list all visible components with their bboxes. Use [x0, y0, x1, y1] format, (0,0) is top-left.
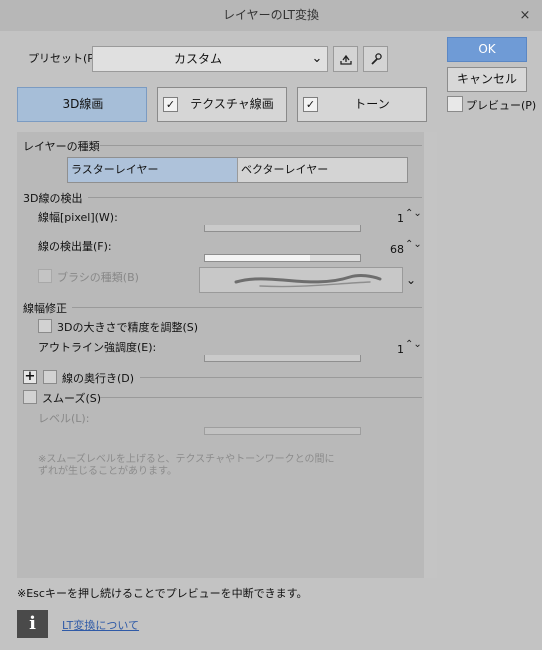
- line-width-label: 線幅[pixel](W):: [38, 211, 118, 224]
- spin-arrows-icon[interactable]: ⌃⌄: [405, 340, 422, 350]
- preset-label: プリセット(P):: [28, 52, 102, 65]
- smooth-checkbox[interactable]: [23, 390, 37, 404]
- divider: [140, 377, 422, 378]
- line-width-value[interactable]: 1: [388, 212, 404, 225]
- preset-select[interactable]: カスタム ⌄: [92, 46, 328, 72]
- tab-tone[interactable]: ✓ トーン: [297, 87, 427, 122]
- save-preset-icon: [339, 54, 352, 65]
- divider: [100, 145, 422, 146]
- expand-icon[interactable]: +: [23, 370, 37, 384]
- line-depth-label: 線の奥行き(D): [62, 372, 135, 385]
- spin-arrows-icon[interactable]: ⌃⌄: [405, 240, 422, 250]
- layer-type-heading: レイヤーの種類: [23, 140, 100, 153]
- esc-note: ※Escキーを押し続けることでプレビューを中断できます。: [17, 587, 308, 600]
- save-preset-button[interactable]: [333, 46, 358, 72]
- smooth-level-label: レベル(L):: [38, 412, 90, 425]
- lt-conversion-dialog: レイヤーのLT変換 × プリセット(P): カスタム ⌄ OK キャンセル プレ…: [0, 0, 542, 650]
- raster-layer-option[interactable]: ラスターレイヤー: [68, 158, 237, 182]
- ok-button[interactable]: OK: [447, 37, 527, 62]
- vector-layer-option[interactable]: ベクターレイヤー: [237, 158, 407, 182]
- window-title: レイヤーのLT変換: [222, 8, 319, 22]
- preview-label: プレビュー(P): [466, 99, 537, 112]
- brush-stroke-icon: [234, 274, 382, 288]
- detect-amount-fill: [205, 255, 311, 261]
- smooth-note: ※スムーズレベルを上げると、テクスチャやトーンワークとの間に ずれが生じることが…: [38, 454, 335, 477]
- brush-type-checkbox[interactable]: [38, 269, 52, 283]
- chevron-down-icon[interactable]: ⌄: [404, 267, 418, 293]
- tab-3d-line-art[interactable]: 3D線画: [17, 87, 147, 122]
- outline-strength-value[interactable]: 1: [388, 343, 404, 356]
- smooth-level-slider: [204, 427, 361, 435]
- tab-texture-line-art-label: テクスチャ線画: [190, 97, 274, 111]
- adjust-3d-label: 3Dの大きさで精度を調整(S): [57, 321, 199, 334]
- outline-strength-label: アウトライン強調度(E):: [38, 341, 157, 354]
- adjust-3d-checkbox[interactable]: [38, 319, 52, 333]
- divider: [100, 397, 422, 398]
- info-icon: i: [17, 610, 48, 638]
- line-detection-heading: 3D線の検出: [23, 192, 83, 205]
- outline-strength-slider[interactable]: [204, 355, 361, 362]
- detect-amount-label: 線の検出量(F):: [38, 240, 112, 253]
- detect-amount-slider[interactable]: [204, 254, 361, 262]
- tab-tone-label: トーン: [354, 97, 390, 111]
- detect-amount-value[interactable]: 68: [380, 243, 404, 256]
- smooth-label: スムーズ(S): [42, 392, 102, 405]
- cancel-button[interactable]: キャンセル: [447, 67, 527, 92]
- line-width-slider[interactable]: [204, 225, 361, 232]
- wrench-icon: [370, 53, 382, 65]
- tab-texture-line-art[interactable]: ✓ テクスチャ線画: [157, 87, 287, 122]
- panel-scrollbar[interactable]: [424, 132, 437, 578]
- brush-preview[interactable]: [199, 267, 403, 293]
- line-width-fix-heading: 線幅修正: [23, 302, 67, 315]
- spin-arrows-icon[interactable]: ⌃⌄: [405, 209, 422, 219]
- line-depth-checkbox[interactable]: [43, 370, 57, 384]
- brush-type-label: ブラシの種類(B): [57, 271, 139, 284]
- check-icon[interactable]: ✓: [163, 97, 178, 112]
- layer-type-segmented: ラスターレイヤー ベクターレイヤー: [67, 157, 408, 183]
- divider: [72, 307, 422, 308]
- tab-3d-line-art-label: 3D線画: [62, 97, 104, 111]
- close-icon[interactable]: ×: [515, 6, 535, 26]
- preset-settings-button[interactable]: [363, 46, 388, 72]
- title-bar: レイヤーのLT変換 ×: [0, 0, 542, 31]
- chevron-down-icon: ⌄: [311, 51, 323, 66]
- lt-conversion-help-link[interactable]: LT変換について: [62, 617, 139, 633]
- preset-value: カスタム: [173, 52, 222, 66]
- divider: [88, 197, 422, 198]
- preview-checkbox[interactable]: [447, 96, 463, 112]
- check-icon[interactable]: ✓: [303, 97, 318, 112]
